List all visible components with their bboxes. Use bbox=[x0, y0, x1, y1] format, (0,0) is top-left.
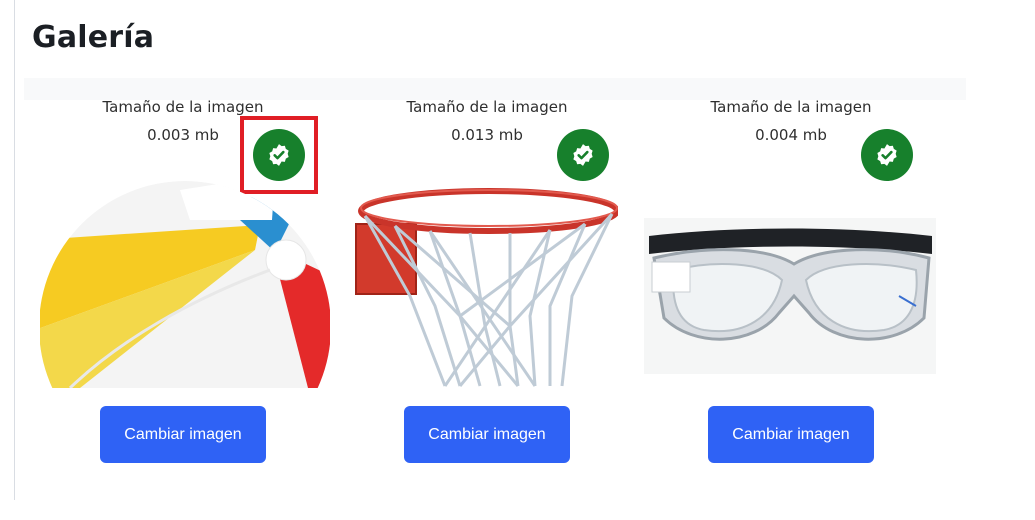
change-image-button[interactable]: Cambiar imagen bbox=[100, 406, 266, 463]
page-title: Galería bbox=[32, 20, 155, 55]
verified-badge-icon bbox=[861, 129, 913, 181]
image-size-label: Tamaño de la imagen bbox=[102, 98, 264, 116]
verified-badge-icon bbox=[557, 129, 609, 181]
basketball-hoop-image[interactable] bbox=[350, 186, 618, 388]
change-image-button[interactable]: Cambiar imagen bbox=[404, 406, 570, 463]
beach-ball-image[interactable] bbox=[40, 180, 330, 388]
image-size-label: Tamaño de la imagen bbox=[710, 98, 872, 116]
content-left-border bbox=[14, 0, 15, 500]
change-image-button[interactable]: Cambiar imagen bbox=[708, 406, 874, 463]
image-size-label: Tamaño de la imagen bbox=[406, 98, 568, 116]
sports-goggles-image[interactable] bbox=[644, 218, 936, 374]
